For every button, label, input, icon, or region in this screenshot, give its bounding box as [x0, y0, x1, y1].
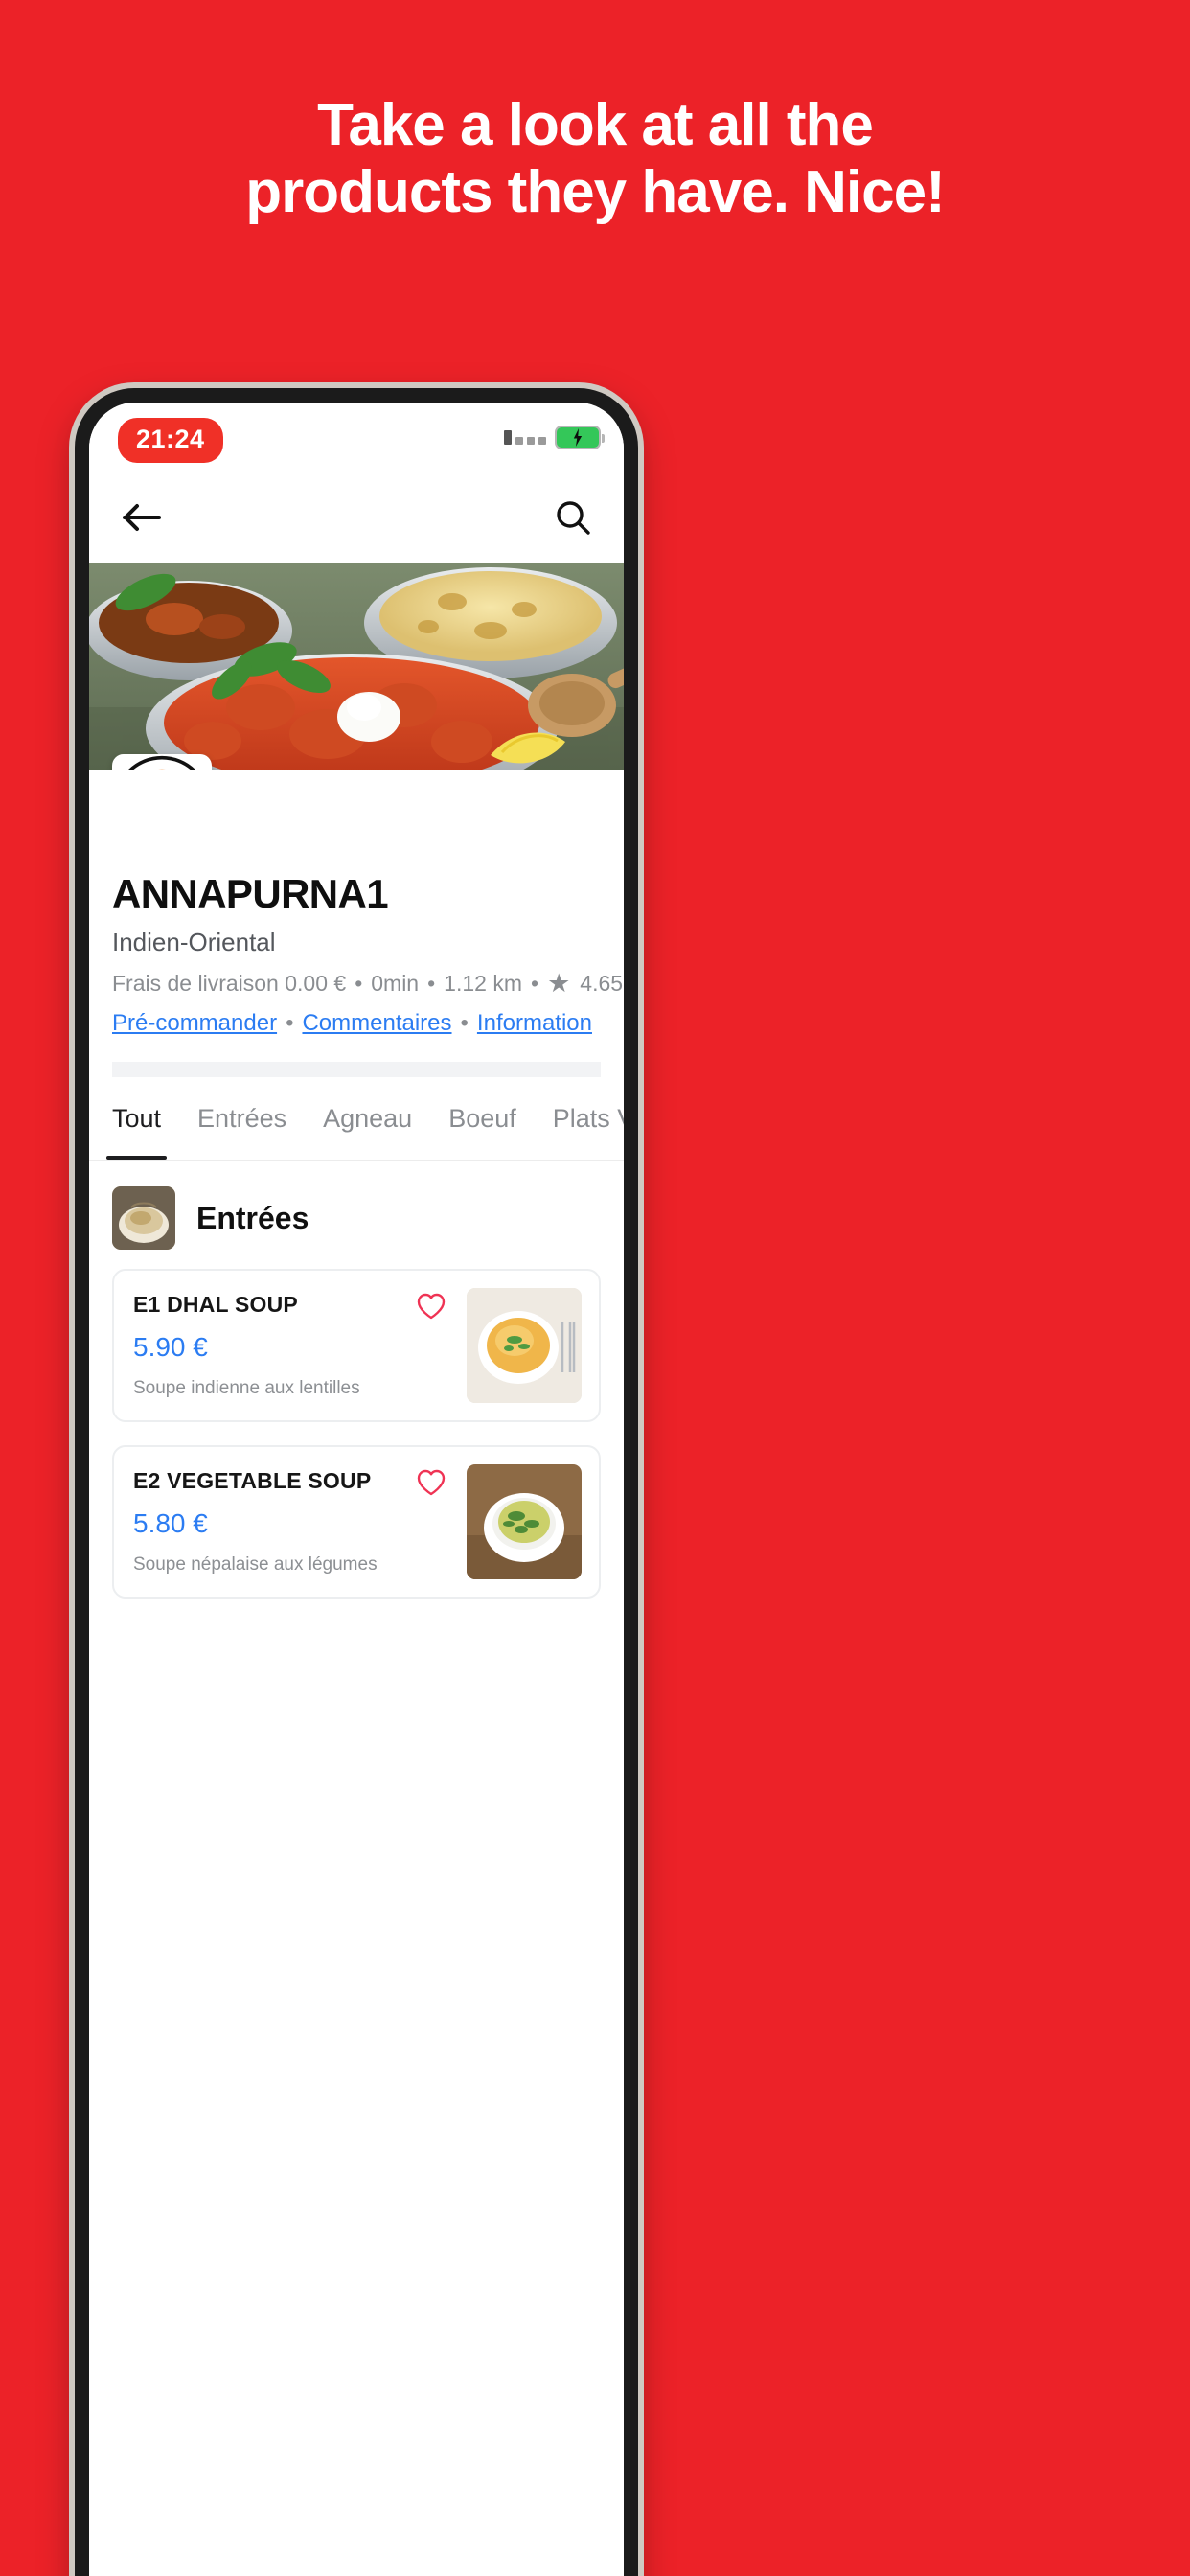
- delivery-time: 0min: [371, 971, 420, 996]
- section-divider: [112, 1062, 601, 1077]
- lightning-bolt-icon: [573, 428, 583, 447]
- product-list: E1 DHAL SOUP 5.90 € Soupe indienne aux l…: [89, 1269, 624, 1598]
- phone-mockup: 21:24 ANNAPURNA1 Indien-Oriental Frais d…: [75, 388, 638, 2576]
- delivery-fee: Frais de livraison 0.00 €: [112, 971, 347, 996]
- link-separator-1: •: [286, 1010, 294, 1036]
- meta-separator-3: •: [531, 971, 539, 996]
- rating-value: 4.65: [580, 971, 624, 996]
- section-title: Entrées: [196, 1200, 309, 1235]
- star-icon: ★: [547, 969, 571, 998]
- status-bar-time: 21:24: [118, 418, 223, 463]
- preorder-link[interactable]: Pré-commander: [112, 1010, 277, 1037]
- link-separator-2: •: [460, 1010, 469, 1036]
- restaurant-name: ANNAPURNA1: [112, 871, 389, 916]
- heart-icon[interactable]: [415, 1290, 447, 1322]
- tab-agneau[interactable]: Agneau: [323, 1077, 412, 1160]
- restaurant-info: ANNAPURNA1 Indien-Oriental Frais de livr…: [89, 770, 624, 1077]
- promo-headline: Take a look at all the products they hav…: [0, 92, 1190, 226]
- information-link[interactable]: Information: [477, 1010, 592, 1037]
- heart-icon[interactable]: [415, 1466, 447, 1499]
- phone-screen: 21:24 ANNAPURNA1 Indien-Oriental Frais d…: [89, 402, 624, 2576]
- arrow-left-icon[interactable]: [122, 501, 164, 539]
- product-thumbnail: [467, 1288, 582, 1403]
- restaurant-cuisine: Indien-Oriental: [112, 928, 276, 956]
- section-thumbnail: [112, 1186, 175, 1250]
- restaurant-logo: [112, 754, 212, 770]
- menu-section-header: Entrées: [89, 1162, 624, 1269]
- tab-boeuf[interactable]: Boeuf: [448, 1077, 516, 1160]
- search-icon[interactable]: [555, 499, 591, 540]
- headline-line-1: Take a look at all the: [317, 92, 874, 158]
- product-card[interactable]: E1 DHAL SOUP 5.90 € Soupe indienne aux l…: [112, 1269, 601, 1422]
- restaurant-links: Pré-commander • Commentaires • Informati…: [112, 1010, 601, 1037]
- status-bar-indicators: [504, 426, 605, 449]
- meta-separator-2: •: [427, 971, 436, 996]
- tab-entrees[interactable]: Entrées: [197, 1077, 286, 1160]
- meta-separator-1: •: [355, 971, 363, 996]
- signal-strength-icon: [504, 430, 546, 445]
- app-navbar: [89, 475, 624, 564]
- tab-tout[interactable]: Tout: [105, 1077, 168, 1160]
- tab-plats-vegetariens[interactable]: Plats Végétariens: [553, 1077, 624, 1160]
- status-bar: 21:24: [89, 402, 624, 475]
- product-card[interactable]: E2 VEGETABLE SOUP 5.80 € Soupe népalaise…: [112, 1445, 601, 1598]
- category-tabs: Tout Entrées Agneau Boeuf Plats Végétari…: [89, 1077, 624, 1160]
- reviews-link[interactable]: Commentaires: [302, 1010, 451, 1037]
- headline-line-2: products they have. Nice!: [245, 159, 946, 225]
- product-thumbnail: [467, 1464, 582, 1579]
- battery-charging-icon: [555, 426, 605, 449]
- distance: 1.12 km: [444, 971, 522, 996]
- restaurant-meta: Frais de livraison 0.00 € • 0min • 1.12 …: [112, 969, 623, 998]
- restaurant-hero-image: [89, 564, 624, 770]
